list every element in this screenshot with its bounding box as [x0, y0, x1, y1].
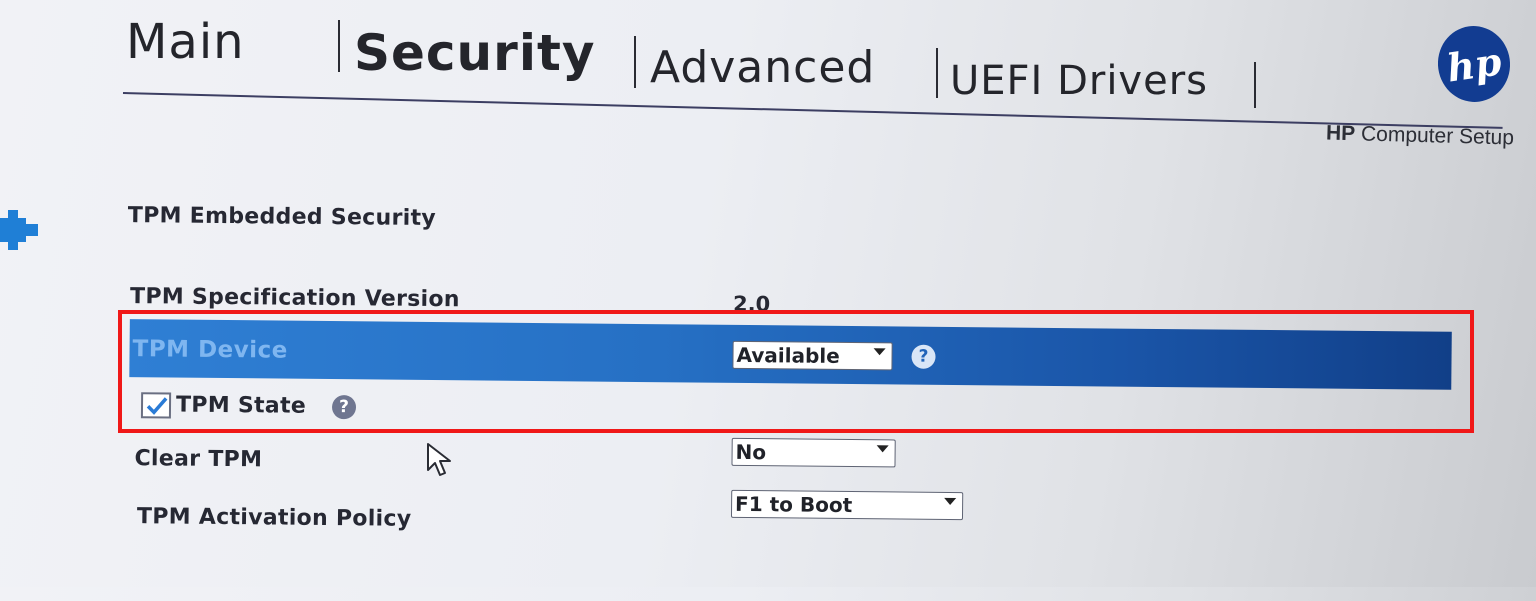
clear-tpm-label: Clear TPM: [134, 446, 263, 473]
settings-panel: TPM Embedded Security TPM Specification …: [0, 0, 1536, 601]
clear-tpm-select[interactable]: No: [731, 437, 896, 468]
activation-policy-select[interactable]: F1 to Boot: [730, 489, 964, 521]
section-title: TPM Embedded Security: [127, 203, 437, 232]
chevron-down-icon: [944, 497, 957, 506]
activation-policy-value: F1 to Boot: [734, 491, 853, 518]
clear-tpm-value: No: [735, 439, 767, 465]
mouse-cursor-icon: [427, 443, 451, 476]
highlight-box: [118, 310, 1474, 433]
activation-policy-label: TPM Activation Policy: [136, 504, 412, 532]
chevron-down-icon: [876, 445, 889, 453]
spec-version-label: TPM Specification Version: [129, 284, 460, 313]
